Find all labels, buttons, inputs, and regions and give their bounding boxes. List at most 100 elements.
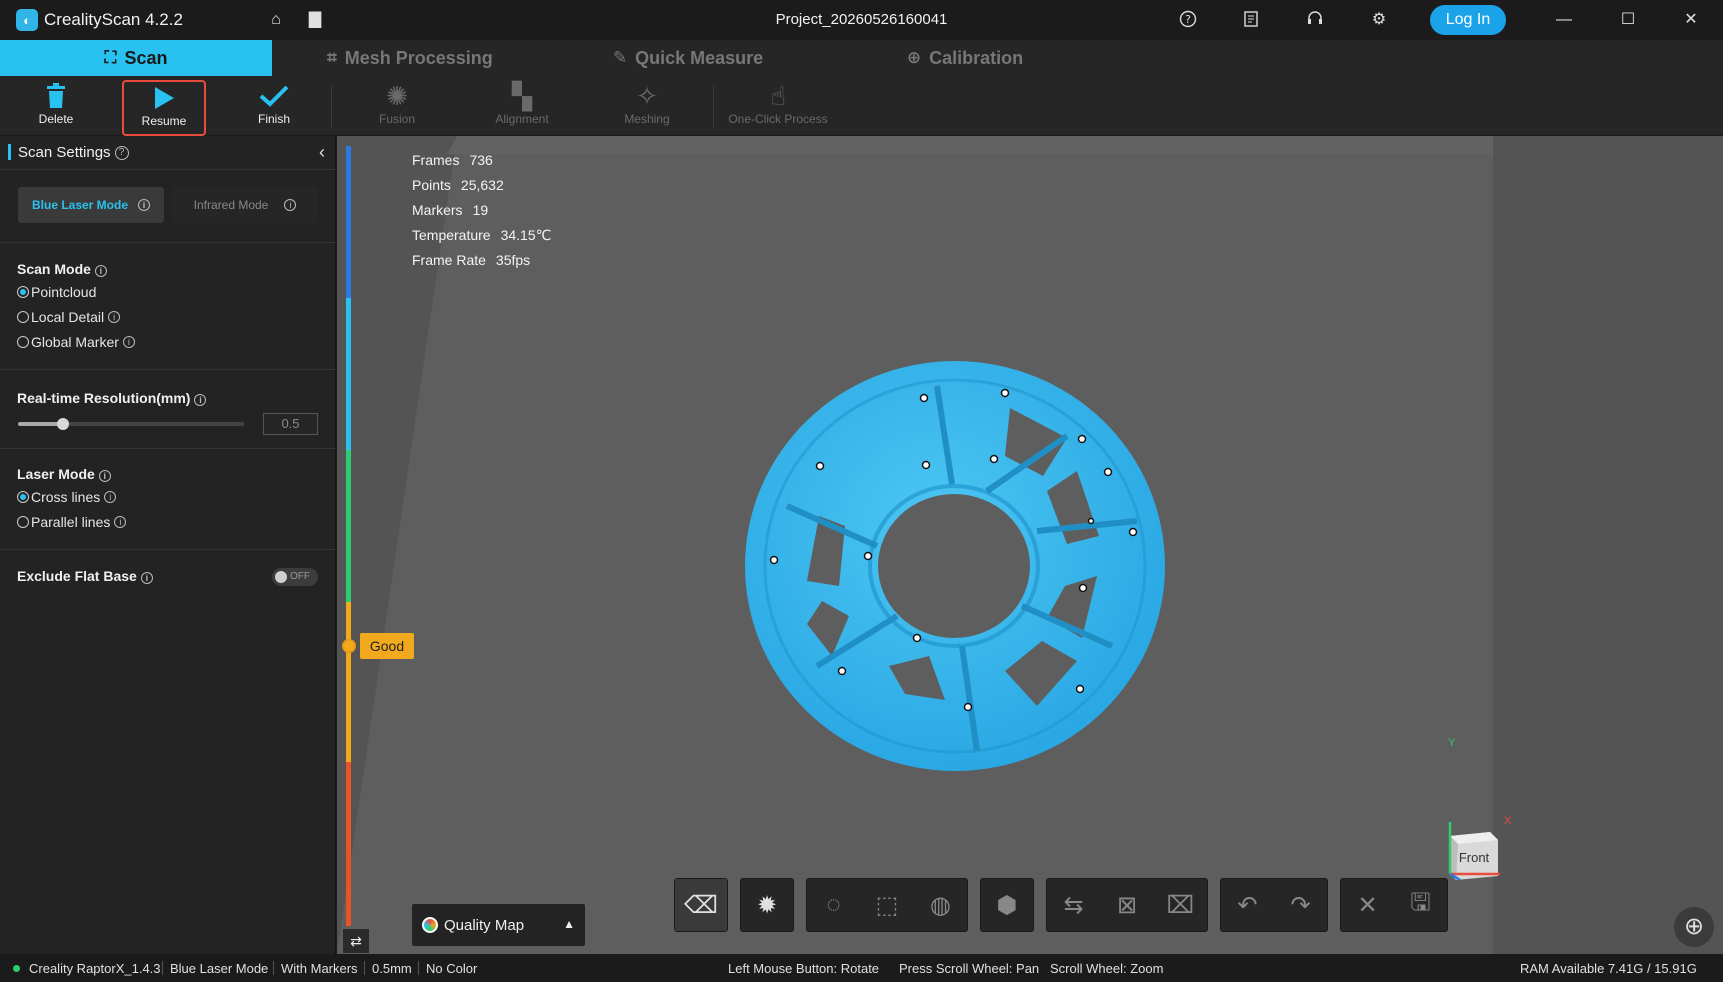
radio-parallel-lines[interactable]: Parallel lines i [17,514,127,530]
settings-gear-icon[interactable]: ⚙ [1369,10,1389,30]
radio-dot[interactable] [17,311,29,323]
collapse-panel-icon[interactable]: ‹ [319,142,325,163]
toolbar-separator [713,86,714,128]
tab-scan[interactable]: ⛶ Scan [0,40,272,76]
confirm-group: ✕ 🖫 [1340,878,1448,932]
deselect-icon[interactable]: ⊠ [1100,879,1153,931]
one-click-process-button[interactable]: ☝ One-Click Process [728,80,828,132]
blue-laser-mode-button[interactable]: Blue Laser Mode i [18,187,164,223]
section-label-text: Exclude Flat Base [17,568,137,584]
finish-button[interactable]: Finish [234,80,314,132]
help-icon[interactable]: ? [1178,10,1198,30]
toggle-knob [275,571,287,583]
info-icon[interactable]: i [194,394,207,406]
notes-icon[interactable] [1241,10,1261,30]
resolution-slider[interactable] [18,418,244,430]
cube-box-icon[interactable]: ⬢ [981,879,1033,931]
device-status: Creality RaptorX_1.4.3 [29,961,161,976]
points-select-icon[interactable]: ✹ [741,879,793,931]
minimize-icon[interactable]: — [1552,8,1576,32]
scanned-wheel-model[interactable] [737,356,1177,776]
radio-label: Local Detail [31,309,105,325]
undo-icon[interactable]: ↶ [1221,879,1274,931]
app-logo-icon: ◐ [16,9,38,31]
radio-dot[interactable] [17,336,29,348]
info-icon[interactable]: i [114,516,127,528]
crop-icon: ⌗ [327,48,337,67]
3d-viewport[interactable]: Good Frames 736 Points 25,632 Markers 19 Te… [337,136,1723,954]
radio-local-detail[interactable]: Local Detail i [17,309,121,325]
info-icon[interactable]: i [140,572,153,584]
eraser-icon[interactable]: ⌫ [675,879,727,931]
resolution-status: 0.5mm [372,961,412,976]
tool-label: Alignment [495,112,549,126]
info-icon[interactable]: i [94,265,107,277]
radio-cross-lines[interactable]: Cross lines i [17,489,117,505]
info-icon[interactable]: i [138,199,151,211]
lasso-select-icon[interactable]: ◌ [807,879,860,931]
radio-dot[interactable] [17,286,29,298]
invert-selection-icon[interactable]: ⇆ [1047,879,1100,931]
info-icon[interactable]: i [284,199,297,211]
hint-zoom: Scroll Wheel: Zoom [1050,961,1164,976]
alignment-button[interactable]: ▚ Alignment [482,80,562,132]
meshing-button[interactable]: ✧ Meshing [607,80,687,132]
delete-button[interactable]: Delete [16,80,96,132]
tab-calibration[interactable]: ⊕ Calibration [890,40,1040,76]
info-icon[interactable]: i [98,470,111,482]
cancel-icon[interactable]: ✕ [1341,879,1394,931]
scale-segment [346,602,351,762]
view-settings-icon[interactable]: ⊕ [1674,907,1714,947]
info-icon[interactable]: i [104,491,117,503]
toggle-state: OFF [290,571,310,582]
check-icon [234,80,314,112]
orientation-cube[interactable]: Front [1440,818,1502,880]
point-tool-group: ✹ [740,878,794,932]
help-icon[interactable]: ? [114,146,129,161]
radio-global-marker[interactable]: Global Marker i [17,334,135,350]
home-icon[interactable]: ⌂ [266,10,286,30]
support-headset-icon[interactable] [1305,10,1325,30]
folder-icon[interactable]: ▇ [305,10,325,30]
tab-quick-measure[interactable]: ✎ Quick Measure [598,40,778,76]
rectangle-select-icon[interactable]: ⬚ [860,879,913,931]
connection-status-icon [13,965,20,972]
color-status: No Color [426,961,478,976]
redo-icon[interactable]: ↷ [1274,879,1327,931]
exclude-flat-base-toggle[interactable]: OFF [272,568,318,586]
save-icon[interactable]: 🖫 [1394,879,1447,931]
panel-title: Scan Settings? [18,144,129,161]
info-icon[interactable]: i [122,336,135,348]
close-icon[interactable]: ✕ [1679,8,1703,32]
slider-handle[interactable] [57,418,69,430]
trash-icon [16,80,96,112]
delete-selection-icon[interactable]: ⌧ [1154,879,1207,931]
stat-value: 736 [469,152,493,168]
app-window: ◐ CrealityScan 4.2.2 ⌂ ▇ Project_2026052… [0,0,1723,982]
swap-icon[interactable]: ⇄ [343,929,369,953]
title-bar: ◐ CrealityScan 4.2.2 ⌂ ▇ Project_2026052… [0,0,1723,40]
maximize-icon[interactable]: ☐ [1616,8,1640,32]
radio-dot[interactable] [17,491,29,503]
mode-label: Infrared Mode [193,198,269,212]
radio-pointcloud[interactable]: Pointcloud [17,284,96,300]
radio-dot[interactable] [17,516,29,528]
tab-mesh-processing[interactable]: ⌗ Mesh Processing [310,40,510,76]
resolution-input[interactable]: 0.5 [263,413,318,435]
resume-button[interactable]: Resume [122,80,206,136]
info-icon[interactable]: i [108,311,121,323]
infrared-mode-button[interactable]: Infrared Mode i [172,187,318,223]
tab-label: Mesh Processing [344,47,493,68]
section-label-text: Scan Mode [17,261,91,277]
tool-label: Finish [257,112,290,126]
scale-segment [346,762,351,926]
radio-label: Pointcloud [31,284,97,300]
stat-value: 34.15℃ [500,227,552,243]
divider [0,448,336,449]
login-button[interactable]: Log In [1430,5,1506,35]
fusion-button[interactable]: ✺ Fusion [357,80,437,132]
scale-segment [346,450,351,602]
quality-map-dropdown[interactable]: Quality Map ▲ [412,904,585,946]
history-group: ↶ ↷ [1220,878,1328,932]
brush-select-icon[interactable]: ◍ [914,879,967,931]
